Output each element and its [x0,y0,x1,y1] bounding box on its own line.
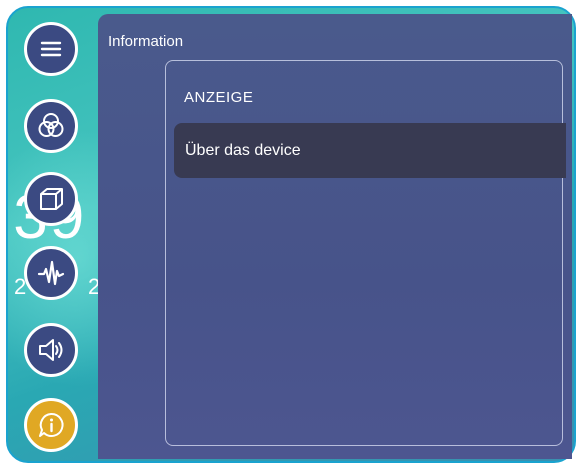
audio-wave-icon [37,260,65,286]
menu-button[interactable] [24,22,78,76]
cube-icon [40,188,63,210]
speaker-icon [39,339,63,361]
info-bubble-icon [39,412,64,437]
menu-item-label: Über das device [185,142,301,159]
audio-settings-button[interactable] [24,246,78,300]
information-panel: Information ANZEIGE Über das device [98,14,572,459]
display-settings-button[interactable] [24,172,78,226]
volume-button[interactable] [24,323,78,377]
information-button[interactable] [24,398,78,452]
color-settings-button[interactable] [24,99,78,153]
panel-title: Information [108,33,184,50]
color-circles-icon [38,113,64,137]
menu-icon [40,41,62,57]
menu-item-about-device[interactable]: Über das device [174,123,566,178]
settings-list-container: ANZEIGE Über das device [165,60,566,446]
section-header-display: ANZEIGE [184,89,254,106]
